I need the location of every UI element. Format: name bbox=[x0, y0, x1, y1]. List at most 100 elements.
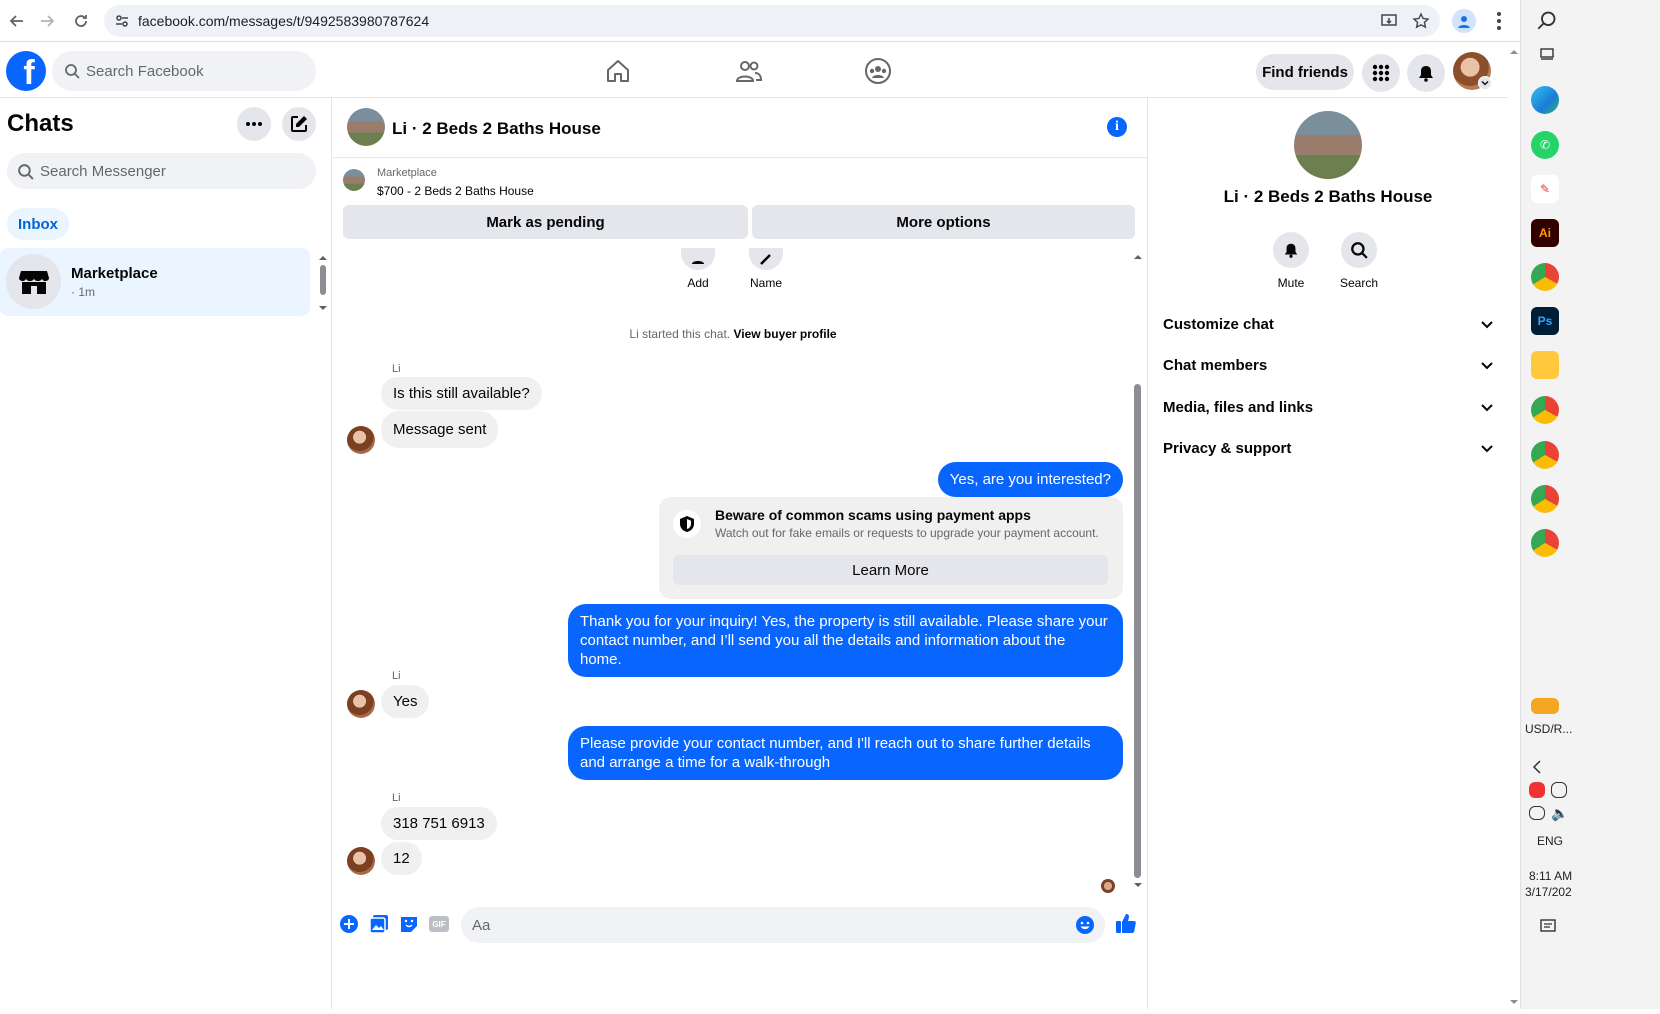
facebook-search-input[interactable]: Search Facebook bbox=[52, 51, 316, 91]
bell-icon bbox=[1419, 66, 1433, 82]
inbox-filter-tab[interactable]: Inbox bbox=[7, 208, 69, 240]
illustrator-icon[interactable]: Ai bbox=[1531, 219, 1559, 247]
chrome-menu-icon[interactable] bbox=[1496, 12, 1502, 30]
page-scrollbar[interactable] bbox=[1508, 42, 1520, 1009]
chat-name: Marketplace bbox=[71, 265, 158, 282]
home-icon[interactable] bbox=[601, 54, 635, 88]
language-indicator[interactable]: ENG bbox=[1537, 834, 1597, 848]
pencil-icon bbox=[749, 248, 783, 270]
install-app-icon[interactable] bbox=[1380, 12, 1398, 30]
chat-list-scrollbar[interactable] bbox=[318, 253, 328, 313]
chrome-profile-icon[interactable] bbox=[1531, 396, 1559, 424]
gif-label: GIF bbox=[429, 916, 449, 932]
currency-widget-icon[interactable] bbox=[1531, 698, 1559, 714]
notifications-button[interactable] bbox=[1407, 54, 1445, 92]
view-buyer-profile-link[interactable]: View buyer profile bbox=[733, 327, 836, 341]
media-files-links-section[interactable]: Media, files and links bbox=[1163, 399, 1493, 416]
sender-name: Li bbox=[392, 670, 401, 682]
conversation-info-icon[interactable]: i bbox=[1107, 117, 1127, 137]
sticker-icon[interactable] bbox=[399, 914, 419, 934]
conversation-title[interactable]: Li · 2 Beds 2 Baths House bbox=[392, 119, 601, 139]
chevron-left-icon[interactable] bbox=[1531, 760, 1543, 774]
messenger-search-input[interactable]: Search Messenger bbox=[7, 153, 316, 189]
facebook-top-nav: f Search Facebook Find friends bbox=[0, 42, 1508, 98]
tab-actions-icon[interactable] bbox=[1539, 46, 1555, 62]
privacy-support-section[interactable]: Privacy & support bbox=[1163, 440, 1493, 457]
edge-icon[interactable] bbox=[1531, 86, 1559, 114]
find-friends-button[interactable]: Find friends bbox=[1256, 54, 1354, 90]
photoshop-icon[interactable]: Ps bbox=[1531, 307, 1559, 335]
notifications-icon[interactable] bbox=[1539, 918, 1557, 936]
address-bar[interactable]: facebook.com/messages/t/9492583980787624 bbox=[104, 5, 1440, 37]
message-scrollbar-thumb[interactable] bbox=[1134, 384, 1141, 878]
mark-as-pending-button[interactable]: Mark as pending bbox=[343, 205, 748, 239]
whatsapp-icon[interactable]: ✆ bbox=[1531, 131, 1559, 159]
outgoing-message[interactable]: Please provide your contact number, and … bbox=[568, 726, 1123, 780]
more-dots-icon bbox=[246, 122, 262, 126]
plus-circle-icon[interactable] bbox=[339, 914, 359, 934]
search-icon[interactable] bbox=[1537, 10, 1557, 30]
photo-icon[interactable] bbox=[369, 914, 389, 934]
incoming-message[interactable]: Is this still available? bbox=[381, 377, 542, 410]
paint-icon[interactable]: ✎ bbox=[1531, 175, 1559, 203]
sender-name: Li bbox=[392, 363, 401, 375]
learn-more-button[interactable]: Learn More bbox=[673, 555, 1108, 585]
clock-time[interactable]: 8:11 AM bbox=[1529, 869, 1589, 883]
chrome-icon[interactable] bbox=[1531, 263, 1559, 291]
incoming-message[interactable]: 12 bbox=[381, 842, 422, 875]
meet-now-icon[interactable] bbox=[1551, 782, 1567, 798]
network-icon[interactable] bbox=[1529, 806, 1545, 820]
customize-chat-section[interactable]: Customize chat bbox=[1163, 316, 1493, 333]
chat-options-button[interactable] bbox=[237, 107, 271, 141]
name-chat-action[interactable]: Name bbox=[736, 248, 796, 290]
volume-icon[interactable]: 🔈 bbox=[1551, 805, 1569, 821]
profile-icon[interactable] bbox=[1452, 9, 1476, 33]
account-chevron-icon[interactable] bbox=[1478, 76, 1492, 90]
outgoing-message[interactable]: Thank you for your inquiry! Yes, the pro… bbox=[568, 604, 1123, 677]
listing-avatar[interactable] bbox=[347, 108, 385, 146]
incoming-message[interactable]: Yes bbox=[381, 685, 430, 718]
chat-list-item-marketplace[interactable]: Marketplace · 1m bbox=[0, 248, 310, 316]
scam-warning-subtitle: Watch out for fake emails or requests to… bbox=[715, 526, 1099, 540]
more-options-button[interactable]: More options bbox=[752, 205, 1135, 239]
file-explorer-icon[interactable] bbox=[1531, 351, 1559, 379]
friends-icon[interactable] bbox=[732, 54, 766, 88]
search-conversation-action[interactable]: Search bbox=[1329, 232, 1389, 290]
listing-price-title[interactable]: $700 - 2 Beds 2 Baths House bbox=[377, 184, 534, 198]
listing-thumbnail[interactable] bbox=[343, 169, 365, 191]
chrome-profile-icon[interactable] bbox=[1531, 485, 1559, 513]
compose-icon bbox=[291, 116, 307, 132]
sender-avatar[interactable] bbox=[347, 847, 375, 875]
sender-avatar[interactable] bbox=[347, 690, 375, 718]
new-message-button[interactable] bbox=[282, 107, 316, 141]
more-options-label: More options bbox=[896, 213, 991, 231]
message-input[interactable]: Aa bbox=[461, 907, 1105, 943]
gif-icon[interactable]: GIF bbox=[429, 914, 449, 934]
currency-widget-label[interactable]: USD/R... bbox=[1525, 722, 1585, 736]
outgoing-message[interactable]: Yes, are you interested? bbox=[937, 462, 1123, 497]
learn-more-label: Learn More bbox=[852, 561, 929, 579]
incoming-message[interactable]: 318 751 6913 bbox=[381, 807, 497, 840]
chrome-profile-icon[interactable] bbox=[1531, 529, 1559, 557]
tray-app-icon[interactable] bbox=[1529, 782, 1545, 798]
chrome-profile-icon[interactable] bbox=[1531, 441, 1559, 469]
bookmark-star-icon[interactable] bbox=[1412, 12, 1430, 30]
site-info-icon[interactable] bbox=[114, 13, 130, 29]
mute-action[interactable]: Mute bbox=[1261, 232, 1321, 290]
menu-grid-button[interactable] bbox=[1362, 54, 1400, 92]
chat-members-section[interactable]: Chat members bbox=[1163, 357, 1493, 374]
emoji-icon[interactable] bbox=[1075, 915, 1095, 935]
add-people-action[interactable]: Add bbox=[668, 248, 728, 290]
sender-avatar[interactable] bbox=[347, 426, 375, 454]
thumbs-up-icon[interactable] bbox=[1115, 912, 1137, 934]
conversation-info-panel: Li · 2 Beds 2 Baths House Mute Search Cu… bbox=[1147, 98, 1508, 1009]
reload-icon[interactable] bbox=[64, 4, 98, 38]
back-icon[interactable] bbox=[0, 4, 34, 38]
incoming-message[interactable]: Message sent bbox=[381, 411, 499, 448]
search-label: Search bbox=[1339, 276, 1379, 290]
groups-icon[interactable] bbox=[861, 54, 895, 88]
forward-icon[interactable] bbox=[30, 4, 64, 38]
listing-profile-image[interactable] bbox=[1294, 111, 1362, 179]
clock-date[interactable]: 3/17/202 bbox=[1525, 885, 1585, 899]
facebook-logo[interactable]: f bbox=[6, 51, 46, 91]
